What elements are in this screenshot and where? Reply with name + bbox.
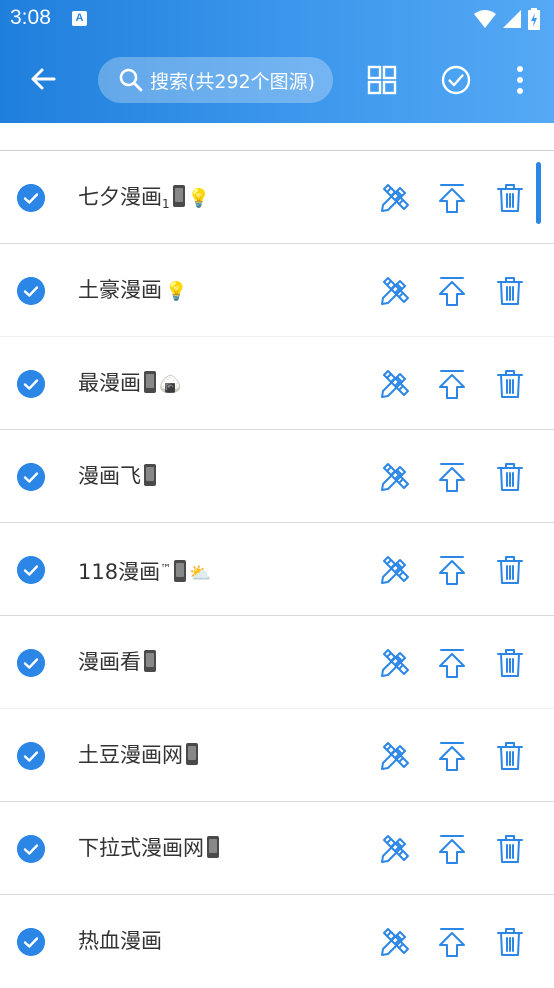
source-name-trademark: ™ xyxy=(160,562,172,575)
edit-icon[interactable] xyxy=(378,832,412,866)
source-name: 七夕漫画1 💡 xyxy=(78,181,210,220)
list-item[interactable]: 118漫画™ ⛅ xyxy=(0,523,554,616)
source-rows: 七夕漫画1 💡 土豪漫画 💡 最漫画 🍙 漫画飞 118漫画™ ⛅ 漫画看 土豆… xyxy=(0,151,554,988)
edit-icon[interactable] xyxy=(378,460,412,494)
source-name-subscript: 1 xyxy=(162,197,170,211)
checkbox-checked-icon[interactable] xyxy=(17,556,45,584)
source-emoji-icon: 💡 xyxy=(165,281,188,302)
list-item[interactable]: 漫画看 xyxy=(0,616,554,709)
upload-icon[interactable] xyxy=(435,460,469,494)
list-item[interactable]: 土豪漫画 💡 xyxy=(0,244,554,337)
phone-icon xyxy=(207,836,219,858)
edit-icon[interactable] xyxy=(378,181,412,215)
source-name-text: 漫画看 xyxy=(78,650,141,674)
source-name: 土豆漫画网 xyxy=(78,739,198,771)
wifi-icon xyxy=(474,10,496,28)
checkbox-checked-icon[interactable] xyxy=(17,463,45,491)
checkbox-checked-icon[interactable] xyxy=(17,835,45,863)
edit-icon[interactable] xyxy=(378,553,412,587)
source-emoji-icon: 💡 xyxy=(187,188,211,209)
upload-icon[interactable] xyxy=(435,274,469,308)
source-name-text: 下拉式漫画网 xyxy=(78,836,204,860)
checkbox-checked-icon[interactable] xyxy=(17,370,45,398)
trash-icon[interactable] xyxy=(493,367,527,401)
source-name-text: 最漫画 xyxy=(78,371,141,395)
checkbox-checked-icon[interactable] xyxy=(17,184,45,212)
source-name: 土豪漫画 💡 xyxy=(78,274,187,308)
upload-icon[interactable] xyxy=(435,739,469,773)
search-box[interactable]: 搜索(共292个图源) xyxy=(98,57,333,103)
trash-icon[interactable] xyxy=(493,832,527,866)
list-item[interactable]: 下拉式漫画网 xyxy=(0,802,554,895)
trash-icon[interactable] xyxy=(493,925,527,959)
source-emoji-icon: ⛅ xyxy=(189,563,212,584)
source-name: 118漫画™ ⛅ xyxy=(78,553,212,590)
phone-icon xyxy=(144,464,156,486)
phone-icon xyxy=(144,371,156,393)
upload-icon[interactable] xyxy=(435,646,469,680)
source-name: 热血漫画 xyxy=(78,925,162,957)
status-icons xyxy=(474,8,540,30)
phone-icon xyxy=(186,743,198,765)
checkbox-checked-icon[interactable] xyxy=(17,649,45,677)
trash-icon[interactable] xyxy=(493,181,527,215)
phone-icon xyxy=(144,650,156,672)
search-placeholder: 搜索(共292个图源) xyxy=(150,70,316,93)
check-circle-icon[interactable] xyxy=(436,60,476,100)
grid-icon[interactable] xyxy=(362,60,402,100)
arrow-left-icon[interactable] xyxy=(22,58,64,100)
trash-icon[interactable] xyxy=(493,646,527,680)
list-item[interactable]: 七夕漫画1 💡 xyxy=(0,151,554,244)
checkbox-checked-icon[interactable] xyxy=(17,928,45,956)
upload-icon[interactable] xyxy=(435,181,469,215)
source-name: 漫画飞 xyxy=(78,460,156,492)
more-vert-icon[interactable] xyxy=(500,60,540,100)
checkbox-checked-icon[interactable] xyxy=(17,742,45,770)
source-name-text: 土豪漫画 xyxy=(78,278,162,302)
upload-icon[interactable] xyxy=(435,925,469,959)
phone-icon xyxy=(172,185,185,207)
trash-icon[interactable] xyxy=(493,460,527,494)
list-top-spacer xyxy=(0,123,554,151)
status-bar: 3:08 A xyxy=(0,0,554,38)
source-list: 七夕漫画1 💡 土豪漫画 💡 最漫画 🍙 漫画飞 118漫画™ ⛅ 漫画看 土豆… xyxy=(0,123,554,988)
edit-icon[interactable] xyxy=(378,646,412,680)
source-name: 最漫画 🍙 xyxy=(78,367,181,401)
trash-icon[interactable] xyxy=(493,274,527,308)
list-item[interactable]: 热血漫画 xyxy=(0,895,554,988)
edit-icon[interactable] xyxy=(378,274,412,308)
toolbar: 搜索(共292个图源) xyxy=(0,38,554,123)
upload-icon[interactable] xyxy=(435,832,469,866)
list-item[interactable]: 最漫画 🍙 xyxy=(0,337,554,430)
edit-icon[interactable] xyxy=(378,925,412,959)
trash-icon[interactable] xyxy=(493,553,527,587)
list-item[interactable]: 土豆漫画网 xyxy=(0,709,554,802)
upload-icon[interactable] xyxy=(435,553,469,587)
battery-icon xyxy=(528,8,540,30)
app-bar: 3:08 A 搜索(共292个图源) xyxy=(0,0,554,123)
edit-icon[interactable] xyxy=(378,739,412,773)
source-emoji-icon: 🍙 xyxy=(159,374,182,395)
list-item[interactable]: 漫画飞 xyxy=(0,430,554,523)
source-name: 下拉式漫画网 xyxy=(78,832,219,864)
status-time: 3:08 xyxy=(10,6,51,29)
signal-icon xyxy=(503,10,521,28)
checkbox-checked-icon[interactable] xyxy=(17,277,45,305)
notification-a-icon: A xyxy=(72,11,87,26)
trash-icon[interactable] xyxy=(493,739,527,773)
edit-icon[interactable] xyxy=(378,367,412,401)
source-name-text: 七夕漫画 xyxy=(78,185,162,209)
scrollbar[interactable] xyxy=(536,162,541,224)
source-name-text: 漫画飞 xyxy=(78,464,141,488)
upload-icon[interactable] xyxy=(435,367,469,401)
source-name-text: 118漫画 xyxy=(78,560,161,584)
source-name-text: 土豆漫画网 xyxy=(78,743,183,767)
source-name: 漫画看 xyxy=(78,646,156,678)
search-icon xyxy=(119,68,143,92)
source-name-text: 热血漫画 xyxy=(78,929,162,953)
phone-icon xyxy=(174,560,187,582)
